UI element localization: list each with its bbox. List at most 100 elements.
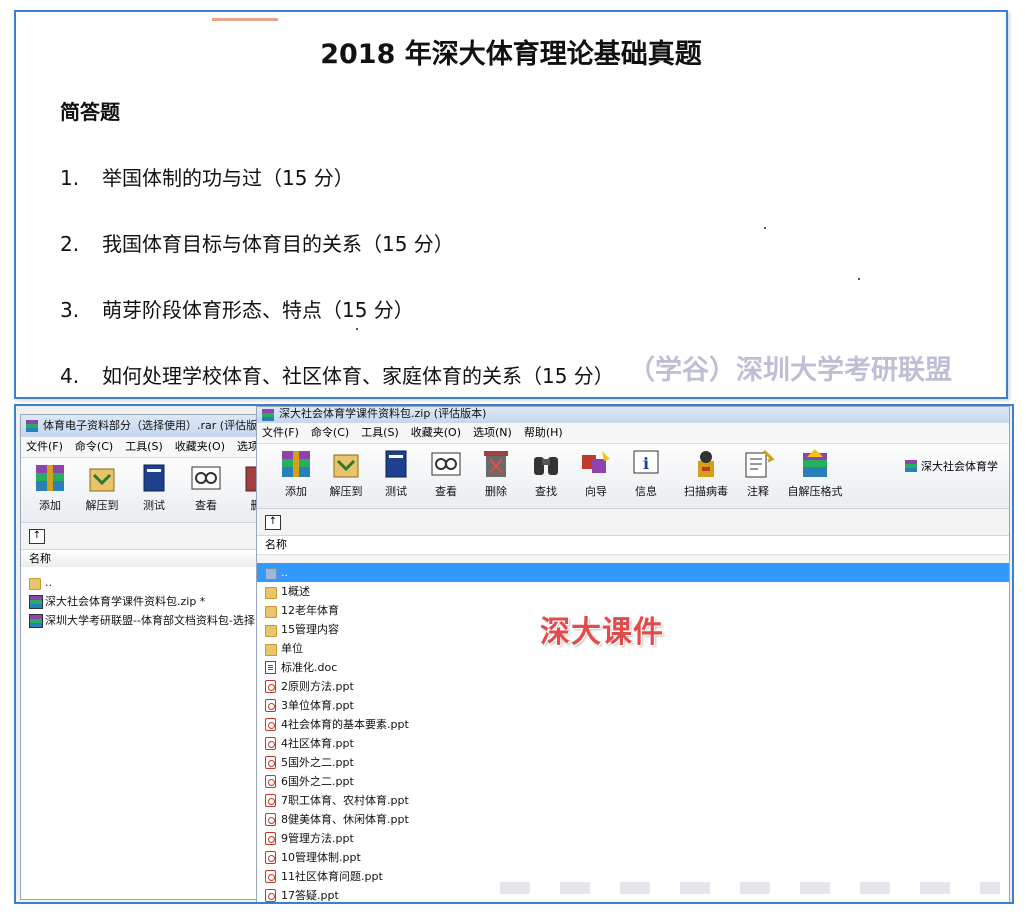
question-item: 1. 举国体制的功与过（15 分）	[60, 162, 354, 191]
view-icon	[431, 452, 461, 476]
archive-path[interactable]: 深大社会体育学	[905, 458, 998, 474]
ppt-icon	[265, 832, 276, 845]
file-name: 单位	[281, 642, 303, 655]
folder-up-icon	[265, 568, 277, 580]
add-button[interactable]: 添加	[273, 447, 319, 499]
ppt-icon	[265, 775, 276, 788]
winrar-icon	[26, 420, 38, 432]
menu-options[interactable]: 选项	[232, 437, 257, 457]
list-item[interactable]: 9管理方法.ppt	[257, 829, 1009, 848]
question-text: 萌芽阶段体育形态、特点（15 分）	[102, 298, 414, 322]
file-name: 标准化.doc	[281, 661, 338, 674]
right-window-titlebar[interactable]: 深大社会体育学课件资料包.zip (评估版本)	[257, 407, 1009, 423]
up-arrow-icon[interactable]: ↑	[29, 529, 45, 544]
question-text: 举国体制的功与过（15 分）	[102, 166, 354, 190]
list-item[interactable]: 8健美体育、休闲体育.ppt	[257, 810, 1009, 829]
test-icon	[385, 450, 407, 478]
list-item[interactable]: 2原则方法.ppt	[257, 677, 1009, 696]
file-name: 4社会体育的基本要素.ppt	[281, 718, 409, 731]
archive-icon	[29, 595, 43, 609]
list-item[interactable]: ..	[21, 573, 257, 592]
ppt-icon	[265, 718, 276, 731]
test-icon	[143, 464, 165, 492]
list-item[interactable]: 5国外之二.ppt	[257, 753, 1009, 772]
tool-label: 添加	[285, 485, 307, 498]
delete-icon	[484, 451, 508, 477]
path-label: 深大社会体育学	[921, 460, 998, 473]
ppt-icon	[265, 756, 276, 769]
section-heading: 简答题	[60, 100, 120, 124]
tool-label: 信息	[635, 485, 657, 498]
view-button[interactable]: 查看	[183, 461, 229, 513]
list-item[interactable]: 1概述	[257, 582, 1009, 601]
file-name: 15管理内容	[281, 623, 339, 636]
list-item[interactable]: 6国外之二.ppt	[257, 772, 1009, 791]
info-button[interactable]: i 信息	[623, 447, 669, 499]
question-item: 2. 我国体育目标与体育目的关系（15 分）	[60, 228, 454, 257]
list-item[interactable]: 3单位体育.ppt	[257, 696, 1009, 715]
question-text: 我国体育目标与体育目的关系（15 分）	[102, 232, 454, 256]
extract-button[interactable]: 解压到	[79, 461, 125, 513]
list-item[interactable]: 标准化.doc	[257, 658, 1009, 677]
list-item[interactable]: 4社区体育.ppt	[257, 734, 1009, 753]
find-button[interactable]: 查找	[523, 447, 569, 499]
list-item[interactable]: 10管理体制.ppt	[257, 848, 1009, 867]
up-arrow-icon[interactable]: ↑	[265, 515, 281, 530]
archive-icon	[905, 460, 917, 472]
ppt-icon	[265, 794, 276, 807]
speck	[858, 278, 860, 280]
view-button[interactable]: 查看	[423, 447, 469, 499]
ppt-icon	[265, 680, 276, 693]
folder-icon	[265, 625, 277, 637]
virus-scan-button[interactable]: 扫描病毒	[679, 447, 733, 499]
extract-button[interactable]: 解压到	[323, 447, 369, 499]
list-item[interactable]: 4社会体育的基本要素.ppt	[257, 715, 1009, 734]
delete-button[interactable]: 删	[233, 461, 257, 513]
delete-button[interactable]: 删除	[473, 447, 519, 499]
file-name: 3单位体育.ppt	[281, 699, 354, 712]
navigation-row: ↑	[21, 523, 257, 550]
menu-file[interactable]: 文件(F)	[257, 423, 306, 443]
window-title: 体育电子资料部分（选择使用）.rar (评估版本	[43, 419, 258, 432]
virus-scan-icon	[698, 451, 714, 477]
file-name: 5国外之二.ppt	[281, 756, 354, 769]
wizard-icon	[582, 451, 610, 473]
list-item[interactable]: 7职工体育、农村体育.ppt	[257, 791, 1009, 810]
menu-help[interactable]: 帮助(H)	[519, 423, 570, 443]
menu-command[interactable]: 命令(C)	[306, 423, 356, 443]
file-name: 2原则方法.ppt	[281, 680, 354, 693]
list-item[interactable]: 深圳大学考研联盟--体育部文档资料包-选择	[21, 611, 257, 630]
wizard-button[interactable]: 向导	[573, 447, 619, 499]
window-title: 深大社会体育学课件资料包.zip (评估版本)	[279, 407, 487, 420]
decorative-mark	[212, 18, 278, 21]
left-window-titlebar[interactable]: 体育电子资料部分（选择使用）.rar (评估版本	[21, 415, 257, 437]
exam-document: 2018 年深大体育理论基础真题 简答题 1. 举国体制的功与过（15 分） 2.…	[14, 10, 1008, 399]
menu-command[interactable]: 命令(C)	[70, 437, 120, 457]
file-name: 11社区体育问题.ppt	[281, 870, 383, 883]
test-button[interactable]: 测试	[131, 461, 177, 513]
menu-file[interactable]: 文件(F)	[21, 437, 70, 457]
column-header-name[interactable]: 名称	[257, 536, 1009, 555]
question-item: 4. 如何处理学校体育、社区体育、家庭体育的关系（15 分）	[60, 360, 614, 389]
watermark: （学谷）深圳大学考研联盟	[628, 355, 952, 386]
menu-tools[interactable]: 工具(S)	[120, 437, 170, 457]
info-icon: i	[633, 450, 659, 474]
comment-button[interactable]: 注释	[735, 447, 781, 499]
file-name: 6国外之二.ppt	[281, 775, 354, 788]
list-item[interactable]: ..	[257, 563, 1009, 582]
add-button[interactable]: 添加	[27, 461, 73, 513]
ppt-icon	[265, 889, 276, 902]
delete-icon	[245, 466, 257, 492]
file-name: 1概述	[281, 585, 310, 598]
left-file-list: .. 深大社会体育学课件资料包.zip * 深圳大学考研联盟--体育部文档资料包…	[21, 567, 257, 899]
menu-favorites[interactable]: 收藏夹(O)	[406, 423, 468, 443]
list-item[interactable]: 深大社会体育学课件资料包.zip *	[21, 592, 257, 611]
file-name: 10管理体制.ppt	[281, 851, 361, 864]
test-button[interactable]: 测试	[373, 447, 419, 499]
menu-favorites[interactable]: 收藏夹(O)	[170, 437, 232, 457]
file-name: 12老年体育	[281, 604, 339, 617]
menu-tools[interactable]: 工具(S)	[356, 423, 406, 443]
menu-options[interactable]: 选项(N)	[468, 423, 519, 443]
sfx-button[interactable]: 自解压格式	[785, 447, 845, 499]
tool-label: 注释	[747, 485, 769, 498]
